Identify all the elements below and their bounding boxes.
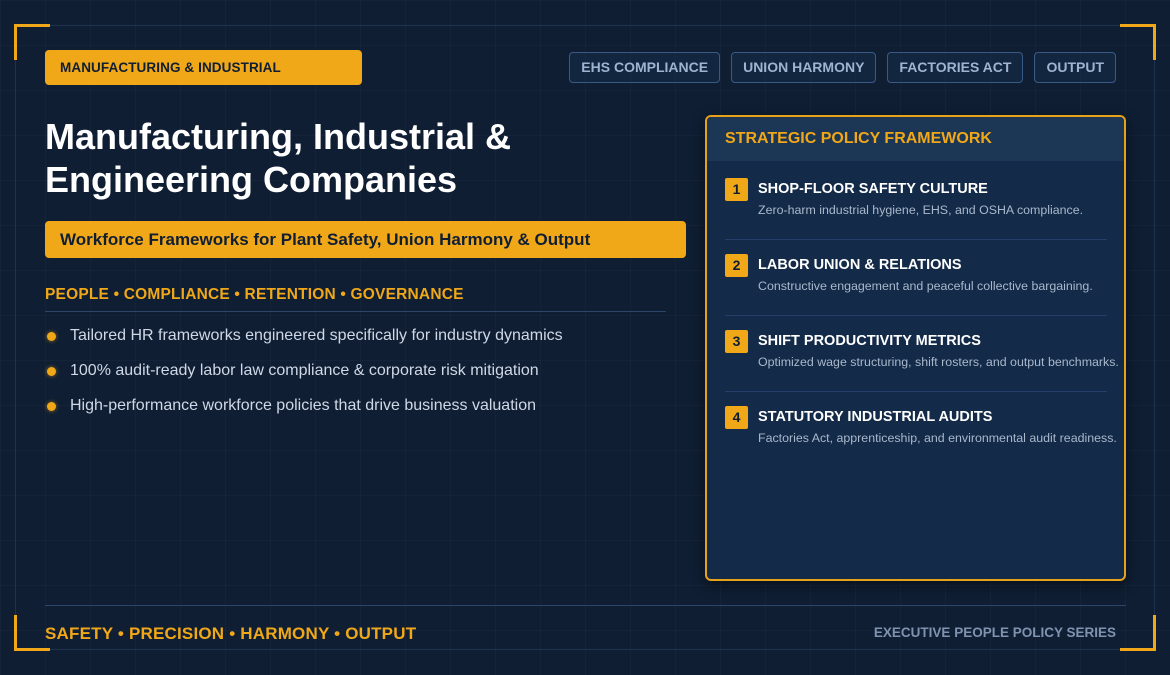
strategic-policy-panel: STRATEGIC POLICY FRAMEWORK 1 SHOP-FLOOR …: [705, 115, 1126, 581]
bullet-item: 100% audit-ready labor law compliance & …: [45, 360, 563, 395]
bullet-text: Tailored HR frameworks engineered specif…: [70, 327, 563, 344]
item-title: SHOP-FLOOR SAFETY CULTURE: [758, 181, 988, 197]
item-title: LABOR UNION & RELATIONS: [758, 257, 962, 273]
bullet-text: High-performance workforce policies that…: [70, 397, 536, 414]
item-title: SHIFT PRODUCTIVITY METRICS: [758, 333, 981, 349]
item-number-badge: 1: [725, 178, 748, 201]
item-number-badge: 2: [725, 254, 748, 277]
category-badge: MANUFACTURING & INDUSTRIAL: [45, 50, 362, 85]
tag-factories-act: FACTORIES ACT: [887, 52, 1024, 83]
tag-row: EHS COMPLIANCE UNION HARMONY FACTORIES A…: [569, 52, 1116, 83]
main-title-line-2: Engineering Companies: [45, 159, 458, 200]
footer-series-label: EXECUTIVE PEOPLE POLICY SERIES: [873, 625, 1116, 640]
bullet-dot-icon: [47, 367, 56, 376]
main-title-line-1: Manufacturing, Industrial &: [45, 116, 512, 157]
tag-output: OUTPUT: [1034, 52, 1116, 83]
item-number-badge: 4: [725, 406, 748, 429]
item-divider: [725, 239, 1107, 240]
bullet-item: High-performance workforce policies that…: [45, 395, 563, 430]
pillars-heading: PEOPLE • COMPLIANCE • RETENTION • GOVERN…: [45, 286, 666, 312]
item-description: Zero-harm industrial hygiene, EHS, and O…: [758, 203, 1084, 217]
item-divider: [725, 315, 1107, 316]
main-title: Manufacturing, Industrial & Engineering …: [45, 115, 685, 201]
corner-bracket-top-right: [1120, 24, 1156, 60]
item-description: Constructive engagement and peaceful col…: [758, 279, 1093, 293]
bullet-list: Tailored HR frameworks engineered specif…: [45, 325, 563, 430]
bullet-item: Tailored HR frameworks engineered specif…: [45, 325, 563, 360]
footer-divider: [45, 605, 1126, 606]
panel-header: STRATEGIC POLICY FRAMEWORK: [707, 117, 1124, 161]
bullet-text: 100% audit-ready labor law compliance & …: [70, 362, 539, 379]
corner-bracket-bottom-right: [1120, 615, 1156, 651]
bullet-dot-icon: [47, 402, 56, 411]
item-title: STATUTORY INDUSTRIAL AUDITS: [758, 409, 993, 425]
item-divider: [725, 391, 1107, 392]
tag-union-harmony: UNION HARMONY: [731, 52, 877, 83]
item-description: Factories Act, apprenticeship, and envir…: [758, 431, 1117, 445]
item-number-badge: 3: [725, 330, 748, 353]
tag-ehs-compliance: EHS COMPLIANCE: [569, 52, 721, 83]
footer-tagline: SAFETY • PRECISION • HARMONY • OUTPUT: [45, 624, 417, 643]
subtitle-bar: Workforce Frameworks for Plant Safety, U…: [45, 221, 686, 258]
item-description: Optimized wage structuring, shift roster…: [758, 355, 1119, 369]
bullet-dot-icon: [47, 332, 56, 341]
